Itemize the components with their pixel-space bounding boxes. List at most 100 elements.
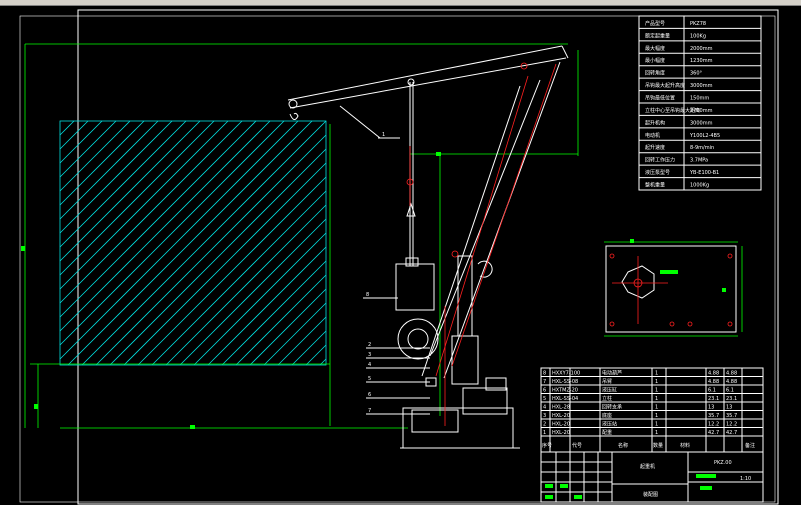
title-scale: 1:10 [740, 476, 751, 482]
parts-cell-no: 6 [543, 388, 546, 394]
hatch-line [137, 176, 327, 366]
parts-cell-code: HXXY7-100 [552, 371, 580, 377]
parts-cell-weight: 35.7 [708, 413, 719, 419]
parts-cell-code: HXL-SS-08 [552, 379, 578, 385]
callout-label: 2 [368, 342, 371, 348]
hatch-line [109, 148, 327, 366]
parts-cell-no: 7 [543, 379, 546, 385]
parts-cell-name: 回转支承 [602, 404, 622, 411]
callouts: 1 8 2 3 4 5 6 7 [339, 105, 430, 415]
hatch-line [59, 120, 299, 360]
title-block: 起重机 装配图 PKZ.00 1:10 [540, 451, 764, 503]
hatch-line [95, 134, 327, 366]
parts-cell-qty: 1 [655, 413, 658, 419]
cad-drawing[interactable]: 1 8 2 3 4 5 6 7 产品型号 PKZ78 额定起重量 100Kg 最大幅度 2… [0, 6, 801, 505]
parts-cell-qty: 1 [655, 371, 658, 377]
param-value: PKZ78 [690, 21, 706, 27]
parts-header-note: 备注 [745, 442, 755, 449]
param-value: 3.7MPa [690, 158, 708, 164]
hatch-line [59, 120, 117, 178]
hatch-line [59, 120, 89, 150]
callout-label: 4 [368, 362, 371, 368]
param-value: 8-9m/min [690, 145, 714, 151]
hatched-lift-area [59, 120, 327, 366]
parts-cell-no: 4 [543, 405, 546, 411]
hatch-line [277, 316, 327, 366]
param-label: 整机重量 [645, 182, 665, 189]
hatch-line [207, 246, 327, 366]
param-value: 2000mm [690, 46, 713, 52]
hatch-line [67, 120, 313, 366]
param-label: 液压泵型号 [645, 169, 670, 176]
param-value: YB-E100-B1 [689, 170, 719, 176]
parts-cell-code: HXL-SS-04 [552, 396, 578, 402]
callout-label: 6 [368, 392, 371, 398]
param-value: 2700mm [690, 108, 713, 114]
hatch-line [59, 120, 187, 248]
parameter-table: 产品型号 PKZ78 额定起重量 100Kg 最大幅度 2000mm 最小幅度 1230mm 回… [638, 15, 762, 191]
param-value: 3000mm [690, 83, 713, 89]
param-value: 1000Kg [690, 183, 709, 189]
param-label: 产品型号 [645, 20, 665, 27]
param-label: 最大幅度 [645, 45, 665, 52]
hatch-line [263, 302, 327, 366]
parts-cell-name: 底座 [602, 412, 612, 419]
dimension-lines [21, 43, 579, 429]
hatch-line [221, 260, 327, 366]
title-drawing-no: PKZ.00 [714, 460, 732, 466]
base-plate-view [604, 239, 743, 337]
param-label: 起升机构 [645, 119, 665, 126]
parts-cell-weight: 4.88 [708, 379, 719, 385]
parts-cell-no: 3 [543, 413, 546, 419]
hatch-line [59, 120, 145, 206]
hatch-line [59, 120, 159, 220]
param-value: Y100L2-4B5 [689, 133, 720, 139]
param-value: 100Kg [690, 33, 706, 39]
hatch-line [193, 232, 327, 366]
parts-cell-qty: 1 [655, 379, 658, 385]
parts-cell-total: 23.1 [726, 396, 737, 402]
hatch-line [59, 120, 285, 346]
parts-cell-weight: 13 [708, 405, 714, 411]
parts-header-name: 名称 [618, 442, 628, 449]
parts-header-code: 代号 [572, 442, 582, 449]
parts-cell-code: HXL-20 [552, 422, 570, 428]
parts-cell-total: 13 [726, 405, 732, 411]
parts-cell-no: 1 [543, 430, 546, 436]
callout-label: 5 [368, 376, 371, 382]
param-label: 起升速度 [645, 144, 665, 151]
hatch-line [291, 330, 327, 366]
parts-cell-total: 6.1 [726, 388, 734, 394]
callout-label: 1 [382, 132, 385, 138]
hatch-line [59, 120, 131, 192]
hatch-line [123, 162, 327, 366]
parts-cell-no: 2 [543, 422, 546, 428]
callout-label: 8 [366, 292, 369, 298]
parts-cell-total: 12.2 [726, 422, 737, 428]
param-value: 3000mm [690, 120, 713, 126]
parts-cell-no: 8 [543, 371, 546, 377]
parts-list-table: 8 HXXY7-100 电动葫芦 1 4.88 4.88 7 HXL-SS-08 吊臂 1 4.88… [540, 367, 764, 453]
parts-header-qty: 数量 [653, 442, 663, 449]
param-label: 吊钩最大起升高度 [645, 82, 685, 89]
parts-cell-total: 4.88 [726, 371, 737, 377]
parts-cell-weight: 42.7 [708, 430, 719, 436]
parts-cell-total: 35.7 [726, 413, 737, 419]
parts-cell-name: 电动葫芦 [602, 370, 622, 377]
hatch-line [59, 120, 103, 164]
hatch-line [59, 120, 243, 304]
callout-label: 3 [368, 352, 371, 358]
hatch-line [59, 120, 215, 276]
parts-cell-qty: 1 [655, 430, 658, 436]
param-label: 回转角度 [645, 70, 665, 77]
parts-cell-total: 42.7 [726, 430, 737, 436]
hatch-line [179, 218, 327, 366]
parts-cell-code: HXTMZ-20 [552, 388, 578, 394]
parts-cell-qty: 1 [655, 388, 658, 394]
parts-cell-name: 液压缸 [602, 387, 617, 394]
hatch-line [59, 120, 173, 234]
param-value: 360° [690, 71, 703, 77]
param-label: 额定起重量 [645, 32, 670, 39]
parts-cell-weight: 12.2 [708, 422, 719, 428]
parts-cell-weight: 4.88 [708, 371, 719, 377]
